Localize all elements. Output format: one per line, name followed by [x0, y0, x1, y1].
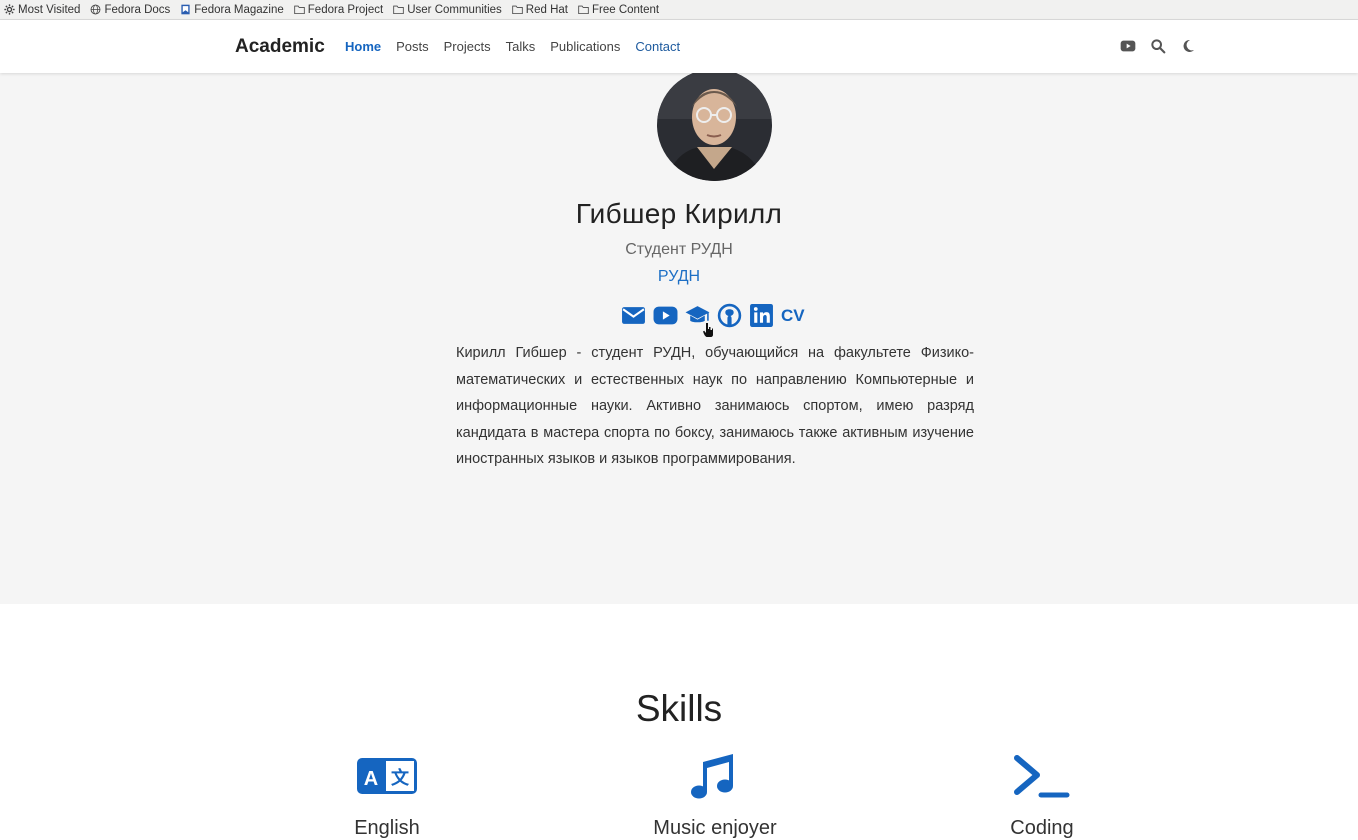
moon-icon[interactable] [1180, 38, 1196, 54]
avatar [657, 69, 772, 181]
bookmark-label: Fedora Magazine [194, 3, 284, 16]
magazine-icon [181, 4, 190, 15]
nav-contact[interactable]: Contact [635, 39, 680, 54]
nav-publications[interactable]: Publications [550, 39, 620, 54]
bookmark-fedora-docs[interactable]: Fedora Docs [90, 4, 170, 16]
search-icon[interactable] [1150, 38, 1166, 54]
bookmarks-bar: Most Visited Fedora Docs Fedora Magazine… [0, 0, 1358, 20]
bookmark-label: Red Hat [525, 3, 568, 16]
terminal-icon [1014, 755, 1070, 798]
bookmark-fedora-magazine[interactable]: Fedora Magazine [180, 4, 284, 16]
bookmark-label: Most Visited [18, 3, 81, 16]
gear-icon [4, 4, 15, 15]
skills-title: Skills [635, 688, 723, 729]
skill-label: Music enjoyer [653, 817, 777, 839]
skill-label: Coding [1010, 817, 1074, 839]
cv-icon[interactable]: CV [781, 306, 805, 326]
folder-icon [512, 5, 523, 15]
folder-icon [578, 5, 589, 15]
youtube-icon[interactable] [1120, 38, 1136, 54]
social-links: CV [621, 303, 812, 328]
bookmark-fedora-project[interactable]: Fedora Project [294, 4, 383, 16]
profile-name: Гибшер Кирилл [575, 198, 783, 229]
envelope-icon[interactable] [621, 303, 646, 328]
linkedin-icon[interactable] [749, 303, 774, 328]
nav-home[interactable]: Home [345, 39, 381, 54]
language-icon: A 文 [357, 758, 417, 794]
svg-text:文: 文 [391, 767, 410, 788]
bookmark-label: Free Content [591, 3, 660, 16]
bookmark-red-hat[interactable]: Red Hat [512, 4, 568, 16]
profile-bio: Кирилл Гибшер - студент РУДН, обучающийс… [456, 345, 974, 467]
bookmark-most-visited[interactable]: Most Visited [4, 4, 80, 16]
bookmark-user-communities[interactable]: User Communities [393, 4, 502, 16]
skill-label: English [354, 817, 420, 839]
nav-posts[interactable]: Posts [396, 39, 429, 54]
github-icon[interactable] [717, 303, 742, 328]
mouse-cursor-icon [703, 323, 713, 337]
navbar-actions [1120, 38, 1210, 54]
svg-text:A: A [364, 768, 378, 790]
folder-icon [294, 5, 305, 15]
bookmark-label: Fedora Project [307, 3, 384, 16]
nav-projects[interactable]: Projects [444, 39, 491, 54]
bookmark-free-content[interactable]: Free Content [578, 4, 659, 16]
profile-role: Студент РУДН [625, 241, 733, 258]
bookmark-label: User Communities [407, 3, 502, 16]
globe-icon [91, 4, 101, 15]
music-icon [691, 754, 733, 799]
site-navbar: Academic Home Posts Projects Talks Publi… [0, 20, 1358, 73]
bookmark-label: Fedora Docs [104, 3, 171, 16]
profile-organization[interactable]: РУДН [0, 268, 1358, 286]
profile-hero: Гибшер Кирилл Студент РУДН РУДН CV Кирил… [0, 69, 1358, 604]
main-nav: Home Posts Projects Talks Publications C… [345, 39, 695, 54]
nav-talks[interactable]: Talks [506, 39, 536, 54]
folder-icon [393, 5, 404, 15]
site-brand[interactable]: Academic [235, 36, 325, 58]
youtube-icon[interactable] [653, 303, 678, 328]
